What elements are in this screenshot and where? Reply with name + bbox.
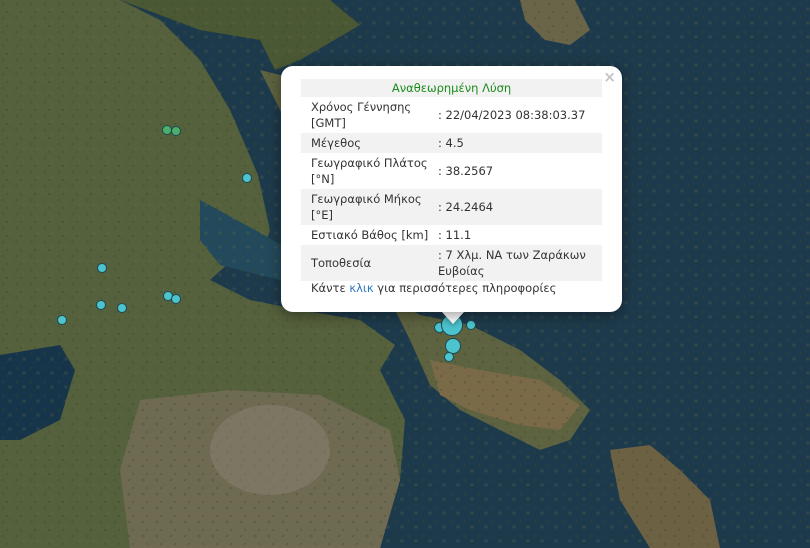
row-label: Γεωγραφικό Πλάτος [°N] [311,156,428,186]
row-value: : 22/04/2023 08:38:03.37 [438,108,586,122]
row-value: : 7 Χλμ. ΝΑ των Ζαράκων Ευβοίας [429,245,602,281]
city-area [210,405,330,495]
row-label: Χρόνος Γέννησης [GMT] [311,100,412,130]
earthquake-marker[interactable] [242,173,252,183]
row-label: Εστιακό Βάθος [km] [311,228,429,242]
more-info-text: Κάντε κλικ για περισσότερες πληροφορίες [311,281,556,295]
more-info-link[interactable]: κλικ [349,281,373,295]
earthquake-marker[interactable] [466,320,476,330]
earthquake-info-popup: × Αναθεωρημένη Λύση Χρόνος Γέννησης [GMT… [281,66,622,312]
more-suffix: για περισσότερες πληροφορίες [377,281,557,295]
earthquake-marker[interactable] [444,352,454,362]
popup-title: Αναθεωρημένη Λύση [301,79,602,97]
earthquake-marker[interactable] [97,263,107,273]
more-prefix: Κάντε [311,281,346,295]
close-icon[interactable]: × [603,68,616,86]
earthquake-marker[interactable] [57,315,67,325]
row-value: : 24.2464 [429,189,602,225]
earthquake-marker[interactable] [171,126,181,136]
row-value: : 11.1 [438,228,472,242]
popup-pointer [441,311,465,324]
earthquake-marker[interactable] [96,300,106,310]
row-value: : 4.5 [429,133,602,153]
earthquake-marker[interactable] [171,294,181,304]
row-label: Τοποθεσία [301,245,429,281]
earthquake-marker[interactable] [117,303,127,313]
row-label: Μέγεθος [301,133,429,153]
earthquake-details-table: Αναθεωρημένη Λύση Χρόνος Γέννησης [GMT]:… [301,79,602,281]
row-value: : 38.2567 [438,164,494,178]
row-label: Γεωγραφικό Μήκος [°E] [301,189,429,225]
